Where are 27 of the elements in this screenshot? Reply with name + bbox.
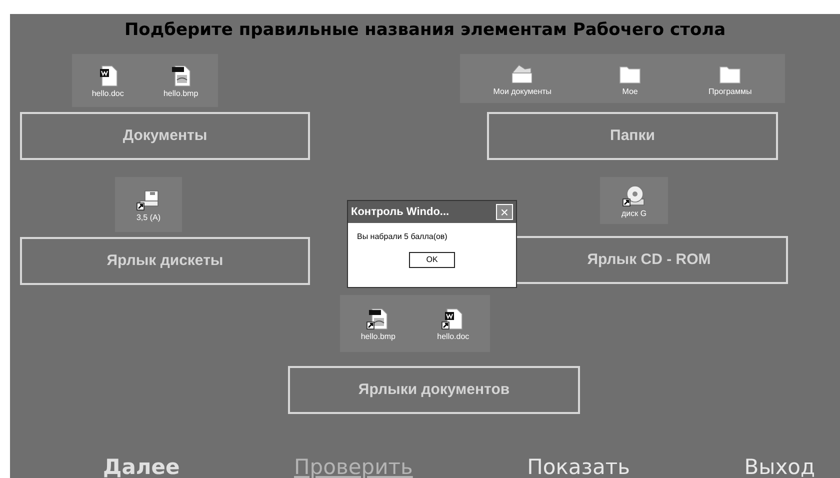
answer-box[interactable]: Документы xyxy=(20,112,310,160)
document-shortcut-icon[interactable] xyxy=(441,306,466,330)
answer-box[interactable]: Ярлык дискеты xyxy=(20,237,310,285)
answer-box[interactable]: Папки xyxy=(487,112,778,160)
floppy-drive-shortcut-icon[interactable] xyxy=(136,188,160,212)
image-file-shortcut-icon[interactable] xyxy=(366,306,390,330)
icon-label: Мои документы xyxy=(493,88,552,96)
answer-box[interactable]: Ярлыки документов xyxy=(288,366,580,414)
close-button[interactable]: × xyxy=(496,204,513,220)
icon-label: 3,5 (A) xyxy=(136,214,160,222)
icon-label: hello.bmp xyxy=(163,90,198,98)
icon-label: Мое xyxy=(622,88,638,96)
icon-label: hello.doc xyxy=(437,332,470,340)
ok-button[interactable]: OK xyxy=(409,252,455,268)
cd-drive-shortcut-icon[interactable] xyxy=(622,184,646,208)
icon-label: hello.doc xyxy=(92,90,124,98)
icon-label: hello.bmp xyxy=(360,332,396,340)
dialog-title: Контроль Windo... xyxy=(351,204,450,220)
nav-link[interactable]: Далее xyxy=(103,452,180,478)
open-folder-icon[interactable] xyxy=(510,62,534,86)
page-title: Подберите правильные названия элементам Рабочего стола xyxy=(123,19,727,42)
nav-link[interactable]: Показать xyxy=(527,452,630,478)
icon-label: Программы xyxy=(708,88,752,96)
nav-link[interactable]: Выход xyxy=(744,452,815,478)
nav-link[interactable]: Проверить xyxy=(294,452,413,478)
icon-label: диск G xyxy=(621,210,647,218)
dialog-message: Вы набрали 5 балла(ов) xyxy=(357,231,448,243)
